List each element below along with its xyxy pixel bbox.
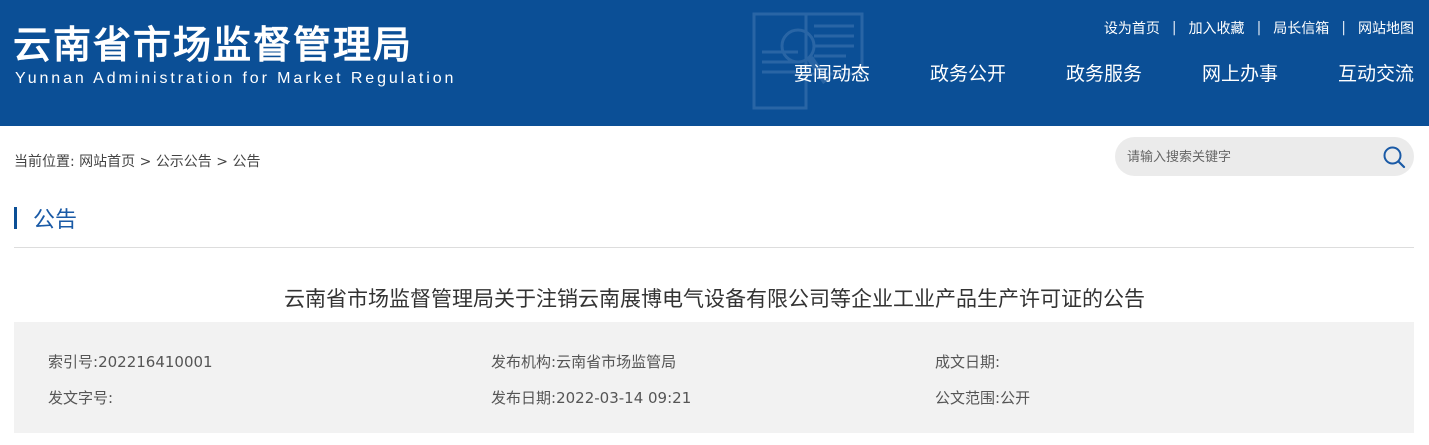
site-header: 云南省市场监督管理局 Yunnan Administration for Mar… bbox=[0, 0, 1429, 126]
section-title-bar bbox=[14, 207, 17, 229]
meta-label: 发布日期: bbox=[491, 389, 557, 407]
nav-government-affairs[interactable]: 政务公开 bbox=[930, 59, 1006, 86]
set-homepage-link[interactable]: 设为首页 bbox=[1104, 18, 1160, 38]
site-title[interactable]: 云南省市场监督管理局 bbox=[13, 14, 413, 69]
breadcrumb-notices[interactable]: 公示公告 bbox=[156, 154, 212, 170]
add-favorite-link[interactable]: 加入收藏 bbox=[1189, 18, 1245, 38]
meta-label: 发文字号: bbox=[48, 389, 114, 407]
nav-interaction[interactable]: 互动交流 bbox=[1338, 59, 1414, 86]
search-input[interactable] bbox=[1125, 145, 1379, 169]
meta-scope: 公文范围:公开 bbox=[935, 387, 1030, 408]
article-title: 云南省市场监督管理局关于注销云南展博电气设备有限公司等企业工业产品生产许可证的公… bbox=[284, 287, 1145, 311]
meta-publisher: 发布机构:云南省市场监管局 bbox=[491, 351, 676, 372]
search-box bbox=[1115, 137, 1414, 176]
nav-government-services[interactable]: 政务服务 bbox=[1066, 59, 1142, 86]
document-metadata: 索引号:202216410001 发布机构:云南省市场监管局 成文日期: 发文字… bbox=[14, 322, 1414, 433]
site-subtitle: Yunnan Administration for Market Regulat… bbox=[15, 70, 457, 87]
sitemap-link[interactable]: 网站地图 bbox=[1358, 18, 1414, 38]
breadcrumb-row: 当前位置: 网站首页 > 公示公告 > 公告 bbox=[0, 137, 1429, 177]
section-divider bbox=[14, 247, 1414, 248]
meta-label: 成文日期: bbox=[935, 353, 1001, 371]
meta-value: 云南省市场监管局 bbox=[556, 353, 677, 371]
breadcrumb-prefix: 当前位置: bbox=[14, 154, 75, 170]
top-link-separator: | bbox=[1171, 20, 1177, 36]
main-nav: 要闻动态 政务公开 政务服务 网上办事 互动交流 bbox=[794, 59, 1414, 86]
breadcrumb-home[interactable]: 网站首页 bbox=[79, 154, 135, 170]
meta-publish-date: 发布日期:2022-03-14 09:21 bbox=[491, 387, 691, 408]
nav-online-services[interactable]: 网上办事 bbox=[1202, 59, 1278, 86]
breadcrumb: 当前位置: 网站首页 > 公示公告 > 公告 bbox=[14, 151, 260, 171]
meta-label: 公文范围: bbox=[935, 389, 1001, 407]
meta-value: 公开 bbox=[1000, 389, 1031, 407]
breadcrumb-separator: > bbox=[139, 154, 152, 170]
meta-created-date: 成文日期: bbox=[935, 351, 1000, 372]
meta-value: 202216410001 bbox=[98, 353, 213, 371]
top-links: 设为首页 | 加入收藏 | 局长信箱 | 网站地图 bbox=[1104, 18, 1414, 38]
top-link-separator: | bbox=[1256, 20, 1262, 36]
nav-news[interactable]: 要闻动态 bbox=[794, 59, 870, 86]
meta-value: 2022-03-14 09:21 bbox=[556, 389, 692, 407]
breadcrumb-announcement[interactable]: 公告 bbox=[232, 154, 260, 170]
meta-label: 索引号: bbox=[48, 353, 99, 371]
meta-doc-no: 发文字号: bbox=[48, 387, 113, 408]
meta-label: 发布机构: bbox=[491, 353, 557, 371]
section-title: 公告 bbox=[14, 206, 77, 233]
section-title-text: 公告 bbox=[33, 208, 78, 233]
breadcrumb-separator: > bbox=[216, 154, 228, 170]
search-icon[interactable] bbox=[1382, 145, 1406, 169]
meta-index-no: 索引号:202216410001 bbox=[48, 351, 213, 372]
director-mailbox-link[interactable]: 局长信箱 bbox=[1273, 18, 1329, 38]
top-link-separator: | bbox=[1341, 20, 1346, 36]
